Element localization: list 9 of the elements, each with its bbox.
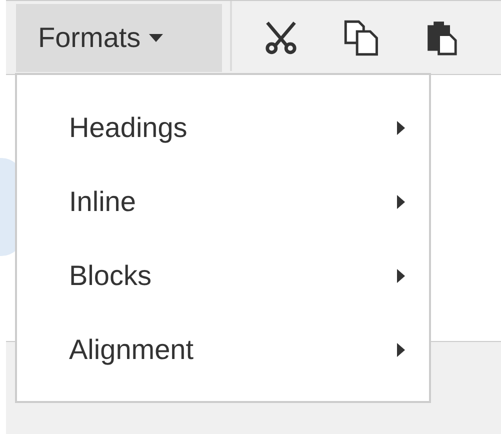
menu-item[interactable]: Headings bbox=[17, 91, 429, 165]
caret-icon bbox=[148, 34, 163, 42]
cut-icon[interactable] bbox=[264, 21, 298, 55]
menu-item[interactable]: Blocks bbox=[17, 239, 429, 313]
copy-icon[interactable] bbox=[344, 20, 380, 56]
menu-item[interactable]: Inline bbox=[17, 165, 429, 239]
menu-item[interactable]: Alignment bbox=[17, 313, 429, 387]
formats-button[interactable]: Formats bbox=[16, 4, 222, 72]
paste-icon[interactable] bbox=[426, 20, 458, 56]
